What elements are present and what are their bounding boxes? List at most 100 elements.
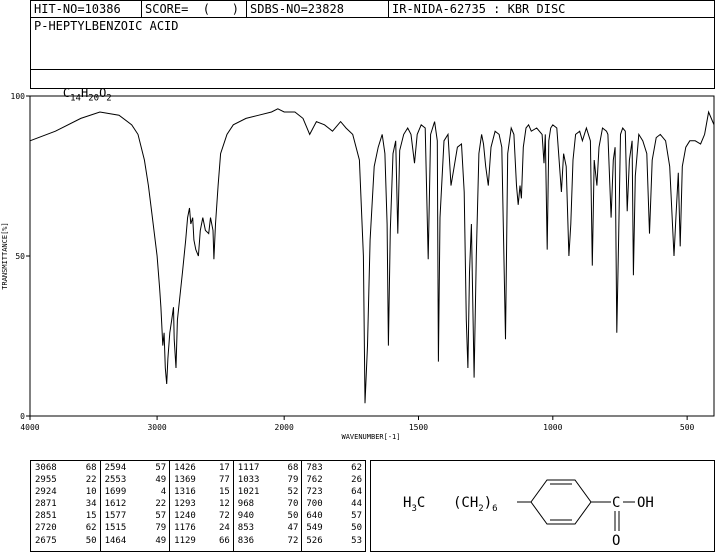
structure-diagram: H3C (CH2)6 C OH O xyxy=(403,479,654,549)
peak-row: 1369 77 xyxy=(174,474,230,486)
peak-row: 1021 52 xyxy=(238,486,299,498)
peak-column: 2594 57 2553 49 1699 4 1612 22 1577 57 1515 79 1464 4… xyxy=(101,461,171,551)
peak-column: 783 62 762 26 723 64 700 44 640 57 549 50 526 53 xyxy=(302,461,365,551)
y-axis-label: TRANSMITTANCE[%] xyxy=(1,222,9,289)
hit-number: HIT-NO=10386 xyxy=(31,1,142,18)
peak-wavenumber: 640 xyxy=(306,511,323,522)
peak-wavenumber: 723 xyxy=(306,487,323,498)
peak-transmittance: 4 xyxy=(160,487,167,498)
peak-row: 1577 57 xyxy=(105,510,167,522)
peak-wavenumber: 1176 xyxy=(174,523,196,534)
peak-wavenumber: 2553 xyxy=(104,475,127,486)
peak-row: 2851 15 xyxy=(35,510,97,522)
peak-row: 640 57 xyxy=(306,510,362,522)
hydroxyl-group: OH xyxy=(637,495,654,511)
peak-wavenumber: 2594 xyxy=(104,463,127,473)
peak-row: 2924 10 xyxy=(35,486,97,498)
x-tick-label: 3000 xyxy=(147,423,166,432)
peak-wavenumber: 836 xyxy=(237,535,255,546)
x-axis-label: WAVENUMBER[-1] xyxy=(341,433,400,441)
peak-transmittance: 72 xyxy=(218,511,230,522)
formula-box: C14H20O2 xyxy=(30,69,715,103)
peak-row: 700 44 xyxy=(306,498,362,510)
peak-wavenumber: 2675 xyxy=(35,535,57,546)
peak-transmittance: 62 xyxy=(351,463,362,473)
peak-wavenumber: 700 xyxy=(306,499,323,510)
spectrum-line xyxy=(29,108,715,404)
peak-transmittance: 49 xyxy=(155,475,167,486)
compound-name: P-HEPTYLBENZOIC ACID xyxy=(34,19,179,33)
peak-transmittance: 57 xyxy=(155,463,167,473)
peak-transmittance: 49 xyxy=(155,535,167,546)
peak-row: 1176 24 xyxy=(174,522,230,534)
plot-frame xyxy=(29,95,715,417)
peak-wavenumber: 2924 xyxy=(35,487,57,498)
peak-transmittance: 77 xyxy=(218,475,230,486)
peak-row: 836 72 xyxy=(238,535,299,547)
carboxyl-carbon: C xyxy=(612,495,620,511)
peak-wavenumber: 1515 xyxy=(104,523,127,534)
peak-row: 2675 50 xyxy=(35,535,97,547)
peak-transmittance: 68 xyxy=(85,463,97,473)
peak-row: 723 64 xyxy=(306,486,362,498)
peak-transmittance: 22 xyxy=(155,499,167,510)
peak-transmittance: 15 xyxy=(85,511,97,522)
peak-row: 2720 62 xyxy=(35,522,97,534)
peak-row: 1464 49 xyxy=(105,535,167,547)
peak-transmittance: 79 xyxy=(155,523,167,534)
peak-wavenumber: 549 xyxy=(306,523,323,534)
peak-transmittance: 10 xyxy=(85,487,97,498)
peak-wavenumber: 3068 xyxy=(35,463,57,473)
peak-wavenumber: 762 xyxy=(306,475,323,486)
peak-row: 1612 22 xyxy=(105,498,167,510)
peak-row: 968 70 xyxy=(238,498,299,510)
peak-row: 3068 68 xyxy=(35,462,97,474)
x-tick-label: 2000 xyxy=(275,423,294,432)
benzene-ring xyxy=(530,479,592,525)
peak-wavenumber: 1612 xyxy=(104,499,127,510)
peak-wavenumber: 783 xyxy=(306,463,323,473)
peak-transmittance: 15 xyxy=(218,487,230,498)
peak-column: 1117 68 1033 79 1021 52 968 70 940 50 853 47 836 72 xyxy=(234,461,303,551)
peak-column: 1426 17 1369 77 1316 15 1293 12 1240 72 1176 24 1129… xyxy=(170,461,234,551)
peak-wavenumber: 526 xyxy=(306,535,323,546)
peak-row: 1316 15 xyxy=(174,486,230,498)
peak-transmittance: 50 xyxy=(287,511,299,522)
peak-transmittance: 64 xyxy=(351,487,362,498)
x-tick-label: 500 xyxy=(680,423,695,432)
peak-row: 783 62 xyxy=(306,462,362,474)
peak-transmittance: 57 xyxy=(155,511,167,522)
x-tick-label: 4000 xyxy=(20,423,39,432)
x-tick-label: 1000 xyxy=(543,423,562,432)
peak-wavenumber: 2851 xyxy=(35,511,57,522)
y-tick-label: 0 xyxy=(20,412,25,421)
peak-transmittance: 26 xyxy=(351,475,362,486)
peak-row: 1117 68 xyxy=(238,462,299,474)
header-row: HIT-NO=10386 SCORE= ( ) SDBS-NO=23828 IR… xyxy=(30,0,715,18)
ir-info: IR-NIDA-62735 : KBR DISC xyxy=(392,2,566,16)
peak-transmittance: 22 xyxy=(85,475,97,486)
peak-wavenumber: 1699 xyxy=(104,487,127,498)
peak-wavenumber: 1293 xyxy=(174,499,196,510)
ir-spectrum-chart: 100500 4000 3000 2000 1500 1000 500 TRANSMITT… xyxy=(1,92,715,441)
peak-wavenumber: 940 xyxy=(237,511,255,522)
peak-row: 762 26 xyxy=(306,474,362,486)
peak-row: 526 53 xyxy=(306,535,362,547)
peak-wavenumber: 853 xyxy=(237,523,255,534)
peak-wavenumber: 2955 xyxy=(35,475,57,486)
peak-transmittance: 52 xyxy=(287,487,299,498)
peak-row: 2955 22 xyxy=(35,474,97,486)
methylene-chain: (CH2)6 xyxy=(453,495,498,514)
peak-transmittance: 66 xyxy=(218,535,230,546)
peak-transmittance: 62 xyxy=(85,523,97,534)
peak-row: 1515 79 xyxy=(105,522,167,534)
peak-transmittance: 50 xyxy=(351,523,362,534)
peak-transmittance: 44 xyxy=(351,499,362,510)
peak-table: 3068 68 2955 22 2924 10 2871 34 2851 15 2720 62 2675… xyxy=(30,460,366,552)
peak-row: 1129 66 xyxy=(174,535,230,547)
structure-panel: H3C (CH2)6 C OH O xyxy=(370,460,715,552)
carbonyl-oxygen: O xyxy=(612,533,620,549)
peak-row: 2871 34 xyxy=(35,498,97,510)
compound-box: P-HEPTYLBENZOIC ACID xyxy=(30,17,715,70)
peak-row: 853 47 xyxy=(238,522,299,534)
